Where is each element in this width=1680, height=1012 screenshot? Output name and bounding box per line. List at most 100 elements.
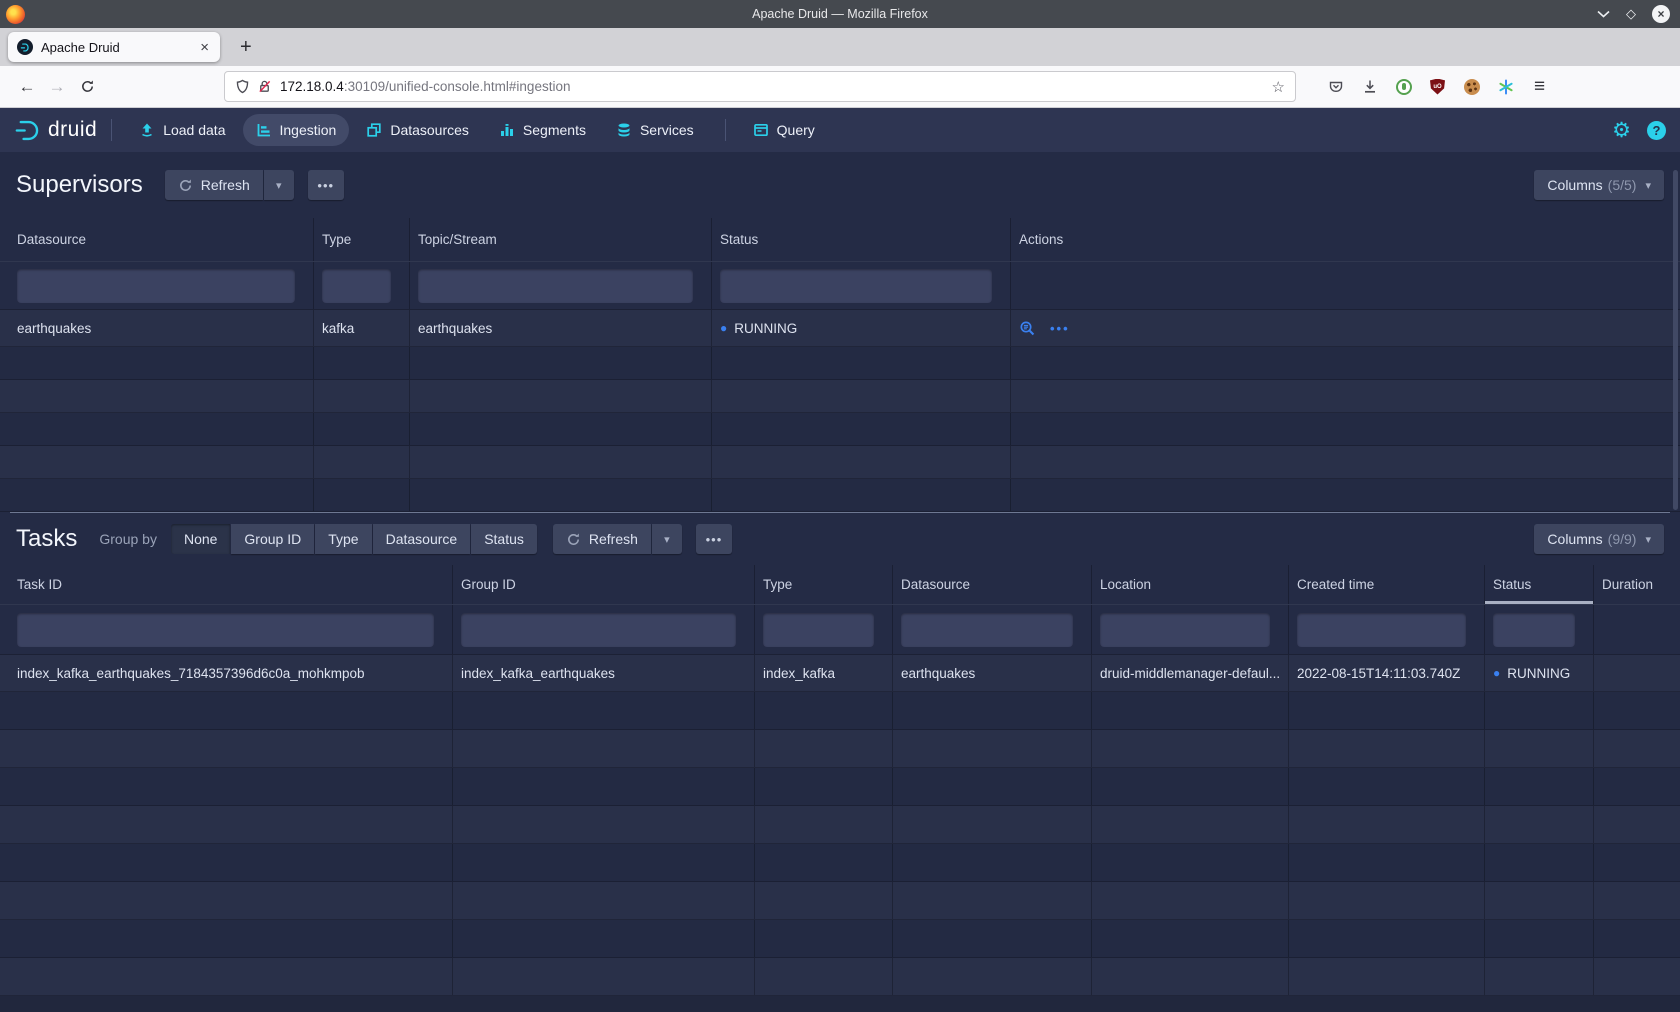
column-header-task-id[interactable]: Task ID <box>0 565 453 604</box>
tasks-refresh-caret-button[interactable]: ▾ <box>652 524 682 554</box>
ingestion-icon <box>256 122 272 138</box>
group-by-datasource-button[interactable]: Datasource <box>373 524 471 554</box>
divider <box>111 119 112 141</box>
url-text[interactable]: 172.18.0.4:30109/unified-console.html#in… <box>280 79 1272 94</box>
table-row <box>0 479 1680 512</box>
task-type: index_kafka <box>755 655 893 691</box>
firefox-logo-icon <box>6 5 25 24</box>
supervisors-table: Datasource Type Topic/Stream Status Acti… <box>0 218 1680 512</box>
column-header-topic-stream[interactable]: Topic/Stream <box>410 218 712 261</box>
nav-item-datasources[interactable]: Datasources <box>353 114 482 146</box>
nav-item-services[interactable]: Services <box>603 114 707 146</box>
column-header-status-sorted[interactable]: Status <box>1485 565 1594 604</box>
insecure-lock-icon[interactable] <box>257 79 272 94</box>
segments-icon <box>499 122 515 138</box>
task-group-id: index_kafka_earthquakes <box>453 655 755 691</box>
window-close-icon[interactable]: × <box>1652 5 1670 23</box>
table-row <box>0 958 1680 996</box>
refresh-icon <box>566 532 581 547</box>
druid-logo[interactable]: druid <box>14 117 97 144</box>
help-icon[interactable]: ? <box>1647 121 1666 140</box>
nav-item-label: Load data <box>163 122 225 138</box>
tasks-refresh-button[interactable]: Refresh <box>553 524 651 554</box>
nav-item-label: Services <box>640 122 694 138</box>
column-header-created-time[interactable]: Created time <box>1289 565 1485 604</box>
supervisor-row[interactable]: earthquakes kafka earthquakes ● RUNNING … <box>0 310 1680 347</box>
group-by-group-id-button[interactable]: Group ID <box>231 524 314 554</box>
group-by-none-button[interactable]: None <box>171 524 230 554</box>
cookie-extension-icon[interactable] <box>1458 73 1485 100</box>
chevron-down-icon: ▾ <box>1645 533 1651 546</box>
tasks-filter-location[interactable] <box>1100 613 1270 647</box>
supervisors-header: Supervisors Refresh ▾ ••• Columns (5/5) … <box>0 152 1680 218</box>
tasks-table: Task ID Group ID Type Datasource Locatio… <box>0 565 1680 1012</box>
tasks-filter-group-id[interactable] <box>461 613 736 647</box>
supervisors-columns-button[interactable]: Columns (5/5) ▾ <box>1534 170 1664 200</box>
services-icon <box>616 122 632 138</box>
tasks-filter-datasource[interactable] <box>901 613 1073 647</box>
column-header-datasource[interactable]: Datasource <box>893 565 1092 604</box>
supervisors-refresh-button[interactable]: Refresh <box>165 170 263 200</box>
druid-favicon-icon <box>17 39 33 55</box>
column-header-status[interactable]: Status <box>712 218 1011 261</box>
supervisors-more-button[interactable]: ••• <box>308 170 344 200</box>
tasks-filter-row <box>0 605 1680 655</box>
group-by-status-button[interactable]: Status <box>471 524 537 554</box>
downloads-icon[interactable] <box>1356 73 1383 100</box>
inspect-magnifier-icon[interactable] <box>1019 320 1036 337</box>
nav-item-query[interactable]: Query <box>740 114 828 146</box>
container-asterisk-icon[interactable] <box>1492 73 1519 100</box>
tasks-filter-status[interactable] <box>1493 613 1575 647</box>
task-row[interactable]: index_kafka_earthquakes_7184357396d6c0a_… <box>0 655 1680 692</box>
tasks-filter-type[interactable] <box>763 613 874 647</box>
columns-label: Columns <box>1547 531 1602 547</box>
supervisors-filter-datasource[interactable] <box>17 269 295 303</box>
tracking-shield-icon[interactable] <box>235 79 250 94</box>
tasks-filter-created-time[interactable] <box>1297 613 1466 647</box>
task-created-time: 2022-08-15T14:11:03.740Z <box>1289 655 1485 691</box>
nav-item-label: Query <box>777 122 815 138</box>
row-more-icon[interactable]: ••• <box>1050 321 1070 336</box>
url-path: :30109/unified-console.html#ingestion <box>344 79 571 94</box>
tasks-columns-button[interactable]: Columns (9/9) ▾ <box>1534 524 1664 554</box>
tasks-header: Tasks Group by None Group ID Type Dataso… <box>0 513 1680 565</box>
reload-icon[interactable] <box>72 72 102 102</box>
group-by-type-button[interactable]: Type <box>315 524 371 554</box>
table-row <box>0 768 1680 806</box>
group-by-segmented: None Group ID Type Datasource Status <box>171 524 537 554</box>
supervisors-filter-topic[interactable] <box>418 269 693 303</box>
bookmark-star-icon[interactable]: ☆ <box>1272 78 1285 96</box>
column-header-actions: Actions <box>1011 218 1680 261</box>
column-header-type[interactable]: Type <box>314 218 410 261</box>
ublock-icon[interactable]: uO <box>1424 73 1451 100</box>
new-tab-button[interactable]: + <box>234 36 258 59</box>
nav-item-ingestion[interactable]: Ingestion <box>243 114 350 146</box>
column-header-datasource[interactable]: Datasource <box>0 218 314 261</box>
task-datasource: earthquakes <box>893 655 1092 691</box>
supervisors-filter-type[interactable] <box>322 269 391 303</box>
column-header-duration[interactable]: Duration <box>1594 565 1680 604</box>
window-minimize-icon[interactable] <box>1597 10 1610 18</box>
column-header-type[interactable]: Type <box>755 565 893 604</box>
column-header-group-id[interactable]: Group ID <box>453 565 755 604</box>
supervisors-refresh-caret-button[interactable]: ▾ <box>264 170 294 200</box>
forward-icon[interactable]: → <box>42 72 72 102</box>
settings-gear-icon[interactable]: ⚙ <box>1612 120 1631 141</box>
query-icon <box>753 122 769 138</box>
window-maximize-icon[interactable]: ◇ <box>1626 6 1636 22</box>
nav-item-label: Datasources <box>390 122 469 138</box>
tasks-filter-task-id[interactable] <box>17 613 434 647</box>
pocket-icon[interactable] <box>1322 73 1349 100</box>
back-icon[interactable]: ← <box>12 72 42 102</box>
menu-icon[interactable]: ≡ <box>1526 73 1553 100</box>
url-bar[interactable]: 172.18.0.4:30109/unified-console.html#in… <box>224 71 1296 102</box>
browser-tab[interactable]: Apache Druid × <box>8 32 220 62</box>
tasks-more-button[interactable]: ••• <box>696 524 732 554</box>
nav-item-segments[interactable]: Segments <box>486 114 599 146</box>
supervisors-filter-status[interactable] <box>720 269 992 303</box>
column-header-location[interactable]: Location <box>1092 565 1289 604</box>
nav-item-load-data[interactable]: Load data <box>126 114 238 146</box>
extension-green-icon[interactable] <box>1390 73 1417 100</box>
scrollbar[interactable] <box>1673 170 1678 510</box>
tab-close-icon[interactable]: × <box>198 39 211 56</box>
